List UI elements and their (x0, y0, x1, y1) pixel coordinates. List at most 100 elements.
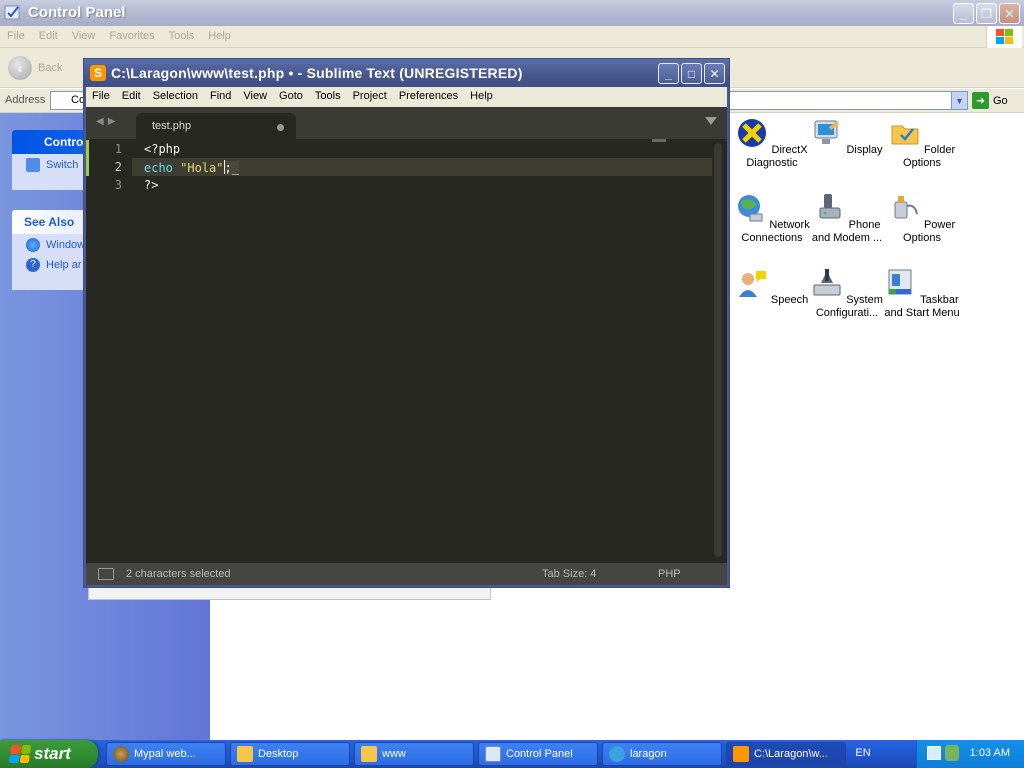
windows-flag-icon (8, 745, 32, 763)
status-message: 2 characters selected (126, 568, 231, 580)
tab-dropdown-icon[interactable] (705, 117, 717, 125)
cp-item-taskbar[interactable]: Taskbar and Start Menu (884, 267, 960, 320)
tray-app-icon[interactable] (927, 746, 941, 760)
control-panel-icon (485, 746, 501, 762)
sublime-logo-icon (733, 746, 749, 762)
back-arrow-icon: ‹ (8, 56, 32, 80)
control-panel-menubar: File Edit View Favorites Tools Help (0, 26, 1024, 48)
st-menu-edit[interactable]: Edit (116, 87, 147, 102)
vertical-scrollbar[interactable] (714, 143, 722, 557)
menu-edit[interactable]: Edit (32, 26, 65, 46)
sublime-minimize-button[interactable]: _ (658, 63, 679, 84)
cp-item-power[interactable]: Power Options (884, 192, 960, 245)
code-line: ?> (144, 178, 159, 192)
tray-network-icon[interactable] (945, 745, 959, 761)
code-keyword: echo (144, 161, 173, 175)
phone-modem-icon (819, 194, 841, 219)
cp-item-phone-modem[interactable]: Phone and Modem ... (809, 192, 885, 245)
cp-item-display[interactable]: Display (809, 117, 885, 157)
sublime-statusbar: 2 characters selected Tab Size: 4 PHP (86, 563, 727, 585)
background-window-edge (88, 586, 491, 600)
st-menu-project[interactable]: Project (347, 87, 393, 102)
st-menu-file[interactable]: File (86, 87, 116, 102)
cp-item-label: Display (846, 144, 883, 156)
syntax-indicator[interactable]: PHP (658, 568, 681, 580)
switch-view-icon (26, 158, 40, 172)
line-number: 2 (114, 160, 122, 174)
system-tray: 1:03 AM (916, 740, 1024, 768)
tab-nav-arrows-icon[interactable]: ◀▶ (96, 116, 119, 127)
code-string: "Hola" (180, 161, 224, 175)
panel-toggle-icon[interactable] (98, 568, 114, 580)
go-arrow-icon: ➜ (972, 92, 989, 109)
menu-tools[interactable]: Tools (162, 26, 202, 46)
taskbar-button-label: www (382, 748, 406, 760)
minimap[interactable] (652, 139, 666, 142)
back-button[interactable]: ‹ Back (8, 56, 62, 80)
cp-item-label: Speech (770, 294, 809, 306)
folder-icon (361, 746, 377, 762)
sublime-close-button[interactable]: ✕ (704, 63, 725, 84)
restore-button[interactable]: ❐ (976, 3, 997, 24)
menu-help[interactable]: Help (201, 26, 238, 46)
clock[interactable]: 1:03 AM (970, 747, 1010, 759)
st-menu-goto[interactable]: Goto (273, 87, 309, 102)
tab-size-indicator[interactable]: Tab Size: 4 (542, 568, 596, 580)
start-button[interactable]: start (0, 740, 98, 768)
sublime-text-window: S C:\Laragon\www\test.php • - Sublime Te… (83, 58, 730, 588)
folder-icon (237, 746, 253, 762)
taskbar: start Mypal web... Desktop www Control P… (0, 740, 1024, 768)
taskbar-button-desktop[interactable]: Desktop (230, 742, 350, 766)
close-button[interactable]: ✕ (999, 3, 1020, 24)
windows-logo-icon (986, 26, 1022, 48)
st-menu-selection[interactable]: Selection (147, 87, 204, 102)
taskbar-icon (888, 269, 912, 295)
code-trailing: _ (231, 161, 239, 175)
go-button[interactable]: ➜ Go (972, 92, 1008, 109)
go-label: Go (993, 94, 1008, 107)
cp-item-system-config[interactable]: System Configurati... (809, 267, 885, 320)
taskbar-button-control-panel[interactable]: Control Panel (478, 742, 598, 766)
cp-item-folder-options[interactable]: Folder Options (884, 117, 960, 170)
code-editor[interactable]: 1 2 3 <?php echo "Hola";_ ?> (86, 139, 727, 563)
minimize-button[interactable]: _ (953, 3, 974, 24)
taskbar-button-laragon[interactable]: laragon (602, 742, 722, 766)
menu-favorites[interactable]: Favorites (102, 26, 161, 46)
st-menu-view[interactable]: View (237, 87, 273, 102)
st-menu-preferences[interactable]: Preferences (393, 87, 464, 102)
system-icon (813, 269, 841, 296)
address-label: Address (5, 94, 46, 106)
sublime-menubar: File Edit Selection Find View Goto Tools Projec… (86, 87, 727, 107)
unsaved-dot-icon[interactable] (277, 124, 284, 131)
line-gutter: 1 2 3 (86, 139, 132, 563)
cp-item-speech[interactable]: Speech (734, 267, 810, 307)
tab-test-php[interactable]: test.php (136, 113, 296, 139)
line-number: 3 (114, 178, 122, 192)
sublime-maximize-button[interactable]: □ (681, 63, 702, 84)
st-menu-find[interactable]: Find (204, 87, 237, 102)
help-icon: ? (26, 258, 40, 272)
taskbar-button-label: Mypal web... (134, 748, 196, 760)
menu-file[interactable]: File (0, 26, 32, 46)
st-menu-help[interactable]: Help (464, 87, 499, 102)
taskbar-button-mypal[interactable]: Mypal web... (106, 742, 226, 766)
cp-item-directx[interactable]: DirectX Diagnostic (734, 117, 810, 170)
cp-item-network[interactable]: Network Connections (734, 192, 810, 245)
st-menu-tools[interactable]: Tools (309, 87, 347, 102)
power-icon (894, 196, 918, 219)
sublime-tabbar: ◀▶ test.php (86, 107, 727, 139)
menu-view[interactable]: View (65, 26, 103, 46)
language-indicator[interactable]: EN (852, 744, 874, 764)
taskbar-button-www[interactable]: www (354, 742, 474, 766)
switch-view-label: Switch (46, 159, 79, 171)
network-icon (738, 195, 763, 222)
folder-options-icon (891, 125, 919, 145)
sublime-titlebar[interactable]: S C:\Laragon\www\test.php • - Sublime Te… (84, 59, 729, 87)
tab-label: test.php (152, 120, 192, 132)
taskbar-button-sublime[interactable]: C:\Laragon\w... (726, 742, 846, 766)
code-line: <?php (144, 142, 181, 156)
control-panel-titlebar[interactable]: Control Panel _ ❐ ✕ (0, 0, 1024, 26)
sublime-title: C:\Laragon\www\test.php • - Sublime Text… (111, 65, 523, 81)
sublime-logo-icon: S (90, 65, 106, 81)
address-dropdown-icon[interactable]: ▼ (951, 92, 967, 109)
